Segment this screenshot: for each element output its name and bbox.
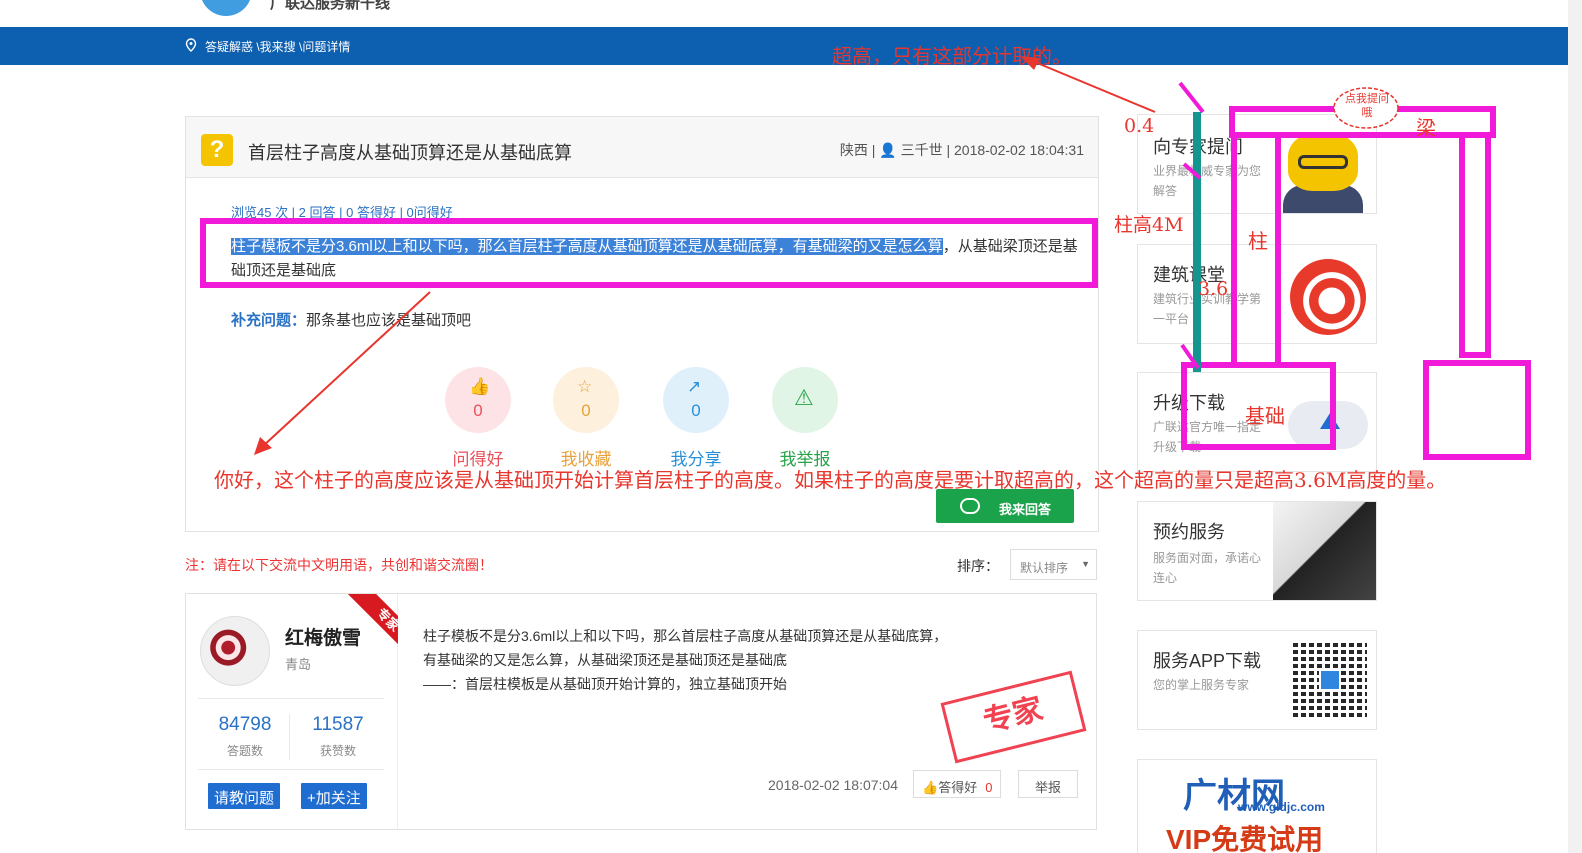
note-column: 柱: [1248, 229, 1268, 253]
note-foundation: 基础: [1245, 404, 1285, 428]
arrow-line: [261, 291, 431, 448]
annotation-overlay: [254, 56, 1399, 455]
note-top: 超高，只有这部分计取的。: [832, 44, 1072, 68]
note-cloud: 点我提问哦: [1345, 92, 1389, 119]
note-36: 3.6: [1198, 278, 1229, 300]
note-reply: 你好，这个柱子的高度应该是从基础顶开始计算首层柱子的高度。如果柱子的高度是要计取…: [214, 468, 1447, 492]
note-beam: 梁: [1416, 116, 1436, 140]
tick-mark: [1178, 81, 1205, 114]
note-column-height: 柱高4M: [1114, 214, 1184, 236]
note-04: 0.4: [1124, 115, 1155, 137]
